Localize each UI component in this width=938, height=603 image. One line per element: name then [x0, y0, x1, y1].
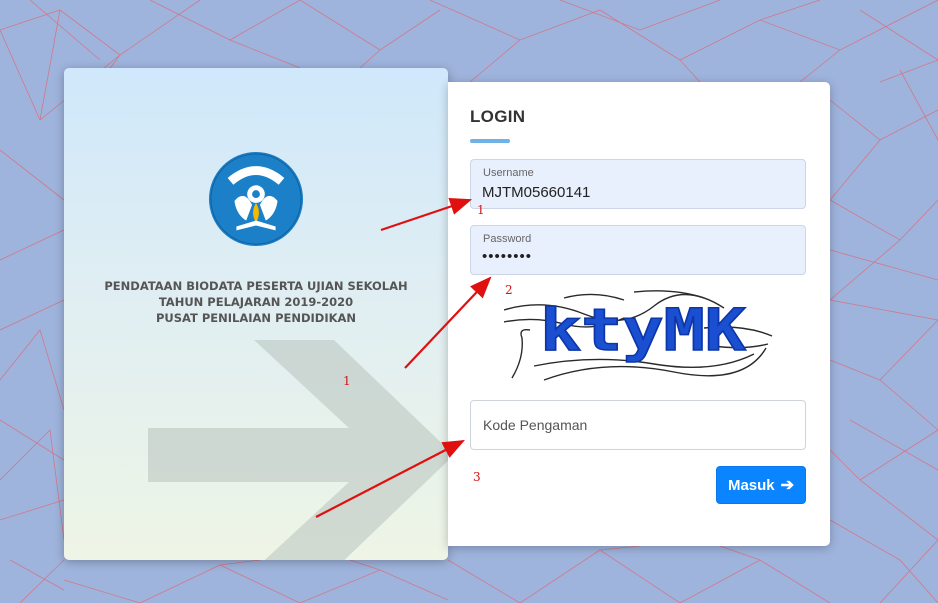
arrow-right-icon: ➔: [780, 477, 795, 494]
masuk-button[interactable]: Masuk ➔: [716, 466, 806, 504]
title-underline: [470, 139, 510, 143]
masuk-button-label: Masuk: [727, 476, 775, 494]
tut-wuri-handayani-logo: [208, 151, 304, 247]
login-title: LOGIN: [470, 107, 526, 126]
username-field[interactable]: Username: [470, 159, 806, 209]
password-label: Password: [483, 233, 532, 245]
background-arrow-icon: [148, 340, 448, 560]
password-field[interactable]: Password ••••••••: [470, 225, 806, 275]
captcha-text: ktyMK: [540, 296, 746, 364]
annotation-number: 1: [477, 203, 485, 217]
left-info-panel: PENDATAAN BIODATA PESERTA UJIAN SEKOLAH …: [64, 68, 448, 560]
annotation-number: 3: [473, 470, 481, 484]
username-input[interactable]: [482, 184, 792, 201]
title-line-1: PENDATAAN BIODATA PESERTA UJIAN SEKOLAH: [104, 279, 408, 293]
annotation-number: 2: [505, 283, 513, 297]
annotation-number: 1: [343, 374, 351, 388]
password-input[interactable]: ••••••••: [482, 248, 792, 265]
title-line-3: PUSAT PENILAIAN PENDIDIKAN: [155, 311, 357, 325]
title-line-2: TAHUN PELAJARAN 2019-2020: [158, 295, 354, 309]
captcha-image: ktyMK: [504, 290, 773, 381]
username-label: Username: [483, 167, 534, 179]
panel-title: PENDATAAN BIODATA PESERTA UJIAN SEKOLAH …: [64, 278, 448, 326]
login-card: LOGIN Username Password •••••••• ktyMK M…: [448, 82, 830, 546]
security-code-input[interactable]: [470, 400, 806, 450]
